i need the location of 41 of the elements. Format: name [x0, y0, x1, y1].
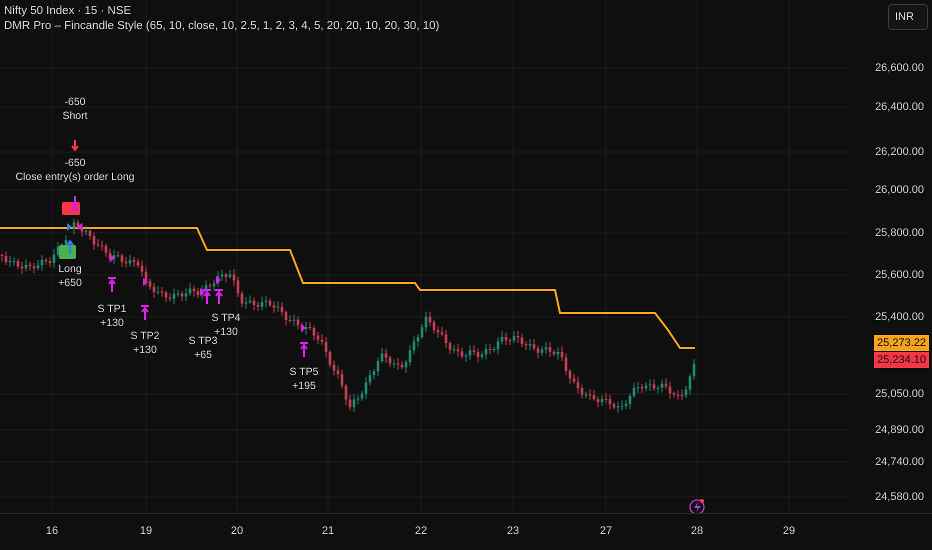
indicator-title: DMR Pro – Fincandle Style (65, 10, close, 10, 2.5, 1, 2, 3, 4, 5, 20, 20, 10, 20, 30, 10) — [4, 20, 440, 32]
trade-label: +130 — [133, 344, 157, 356]
trade-label: -650 — [64, 157, 86, 169]
trade-label: +65 — [194, 349, 212, 361]
date-label: 16 — [46, 525, 58, 537]
trade-label: S TP5 — [290, 366, 318, 378]
price-label: 24,580.00 — [875, 491, 924, 503]
symbol-title: Nifty 50 Index · 15 · NSE — [4, 5, 132, 17]
trade-label: +650 — [58, 277, 82, 289]
price-label: 25,050.00 — [875, 388, 924, 400]
price-label: 26,200.00 — [875, 146, 924, 158]
trade-label: S TP1 — [98, 303, 126, 315]
trade-label: +130 — [214, 326, 238, 338]
date-label: 22 — [414, 525, 428, 537]
date-label: 19 — [140, 525, 152, 537]
trade-label: S TP2 — [130, 330, 160, 342]
price-label: 24,890.00 — [875, 424, 924, 436]
date-label: 20 — [230, 525, 244, 537]
trade-label: +130 — [100, 317, 124, 329]
price-label: 26,400.00 — [875, 101, 924, 113]
trade-label: +195 — [292, 380, 316, 392]
price-label: 25,800.00 — [875, 227, 924, 239]
price-label: 26,000.00 — [875, 184, 924, 196]
trade-label: Close entry(s) order Long — [15, 171, 135, 183]
price-label: 25,400.00 — [875, 311, 924, 323]
trade-label: Long — [58, 263, 82, 275]
date-label: 27 — [600, 525, 612, 537]
date-label: 29 — [782, 525, 796, 537]
trade-label: S TP4 — [212, 312, 240, 324]
currency-button[interactable]: INR — [888, 4, 928, 30]
price-tag: 25,273.22 — [874, 335, 929, 351]
price-label: 26,600.00 — [875, 62, 924, 74]
date-label: 21 — [322, 525, 334, 537]
date-label: 28 — [690, 525, 704, 537]
price-label: 25,600.00 — [875, 269, 924, 281]
date-label: 23 — [506, 525, 520, 537]
price-label: 24,740.00 — [875, 456, 924, 468]
trade-label: Short — [62, 110, 88, 122]
price-tag: 25,234.10 — [874, 352, 929, 368]
trade-label: S TP3 — [188, 335, 218, 347]
trade-label: -650 — [64, 96, 86, 108]
